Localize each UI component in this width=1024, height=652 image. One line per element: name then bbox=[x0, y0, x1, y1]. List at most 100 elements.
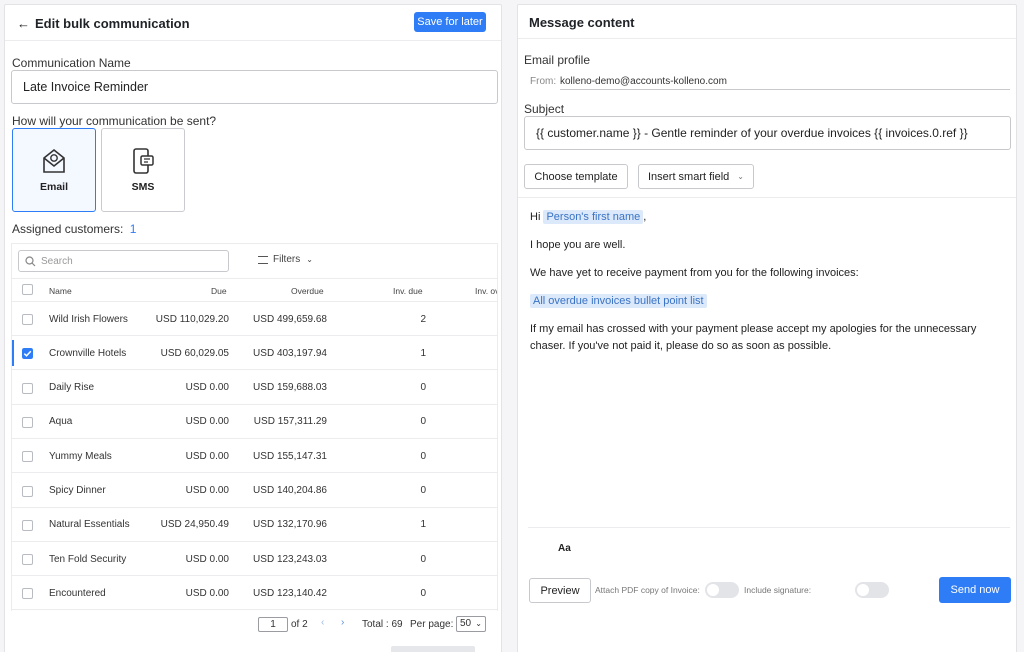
communication-name-label: Communication Name bbox=[12, 56, 131, 70]
customer-name[interactable]: Daily Rise bbox=[49, 371, 159, 405]
subject-input[interactable]: {{ customer.name }} - Gentle reminder of… bbox=[524, 116, 1011, 150]
table-row[interactable]: Natural Essentials USD 24,950.49 USD 132,1… bbox=[12, 508, 497, 542]
communication-name-input[interactable]: Late Invoice Reminder bbox=[11, 70, 498, 104]
col-overdue: Overdue bbox=[291, 286, 324, 296]
col-inv-overdue: Inv. ov bbox=[475, 286, 498, 296]
prev-page-icon[interactable]: ‹ bbox=[321, 617, 324, 628]
invoices-due-count: 0 bbox=[420, 485, 426, 496]
table-row[interactable]: Yummy Meals USD 0.00 USD 155,147.31 0 bbox=[12, 439, 497, 474]
due-amount: USD 0.00 bbox=[185, 416, 229, 428]
first-name-smart-field[interactable]: Person's first name bbox=[543, 210, 644, 224]
next-page-icon[interactable]: › bbox=[341, 617, 344, 628]
assigned-customers-label: Assigned customers: 1 bbox=[12, 222, 136, 236]
invoices-list-smart-field[interactable]: All overdue invoices bullet point list bbox=[530, 294, 707, 308]
row-checkbox[interactable] bbox=[22, 519, 33, 531]
select-all-checkbox[interactable] bbox=[22, 284, 33, 295]
greeting-line: Hi Person's first name, bbox=[530, 209, 1010, 226]
table-row[interactable]: Wild Irish Flowers USD 110,029.20 USD 499,… bbox=[12, 302, 497, 336]
how-sent-label: How will your communication be sent? bbox=[12, 114, 217, 128]
greeting-text: Hi bbox=[530, 211, 541, 223]
row-checkbox-checked[interactable] bbox=[22, 348, 33, 360]
row-checkbox[interactable] bbox=[22, 588, 33, 600]
continue-button[interactable] bbox=[391, 646, 475, 652]
paragraph-3: If my email has crossed with your paymen… bbox=[530, 323, 977, 352]
page-number-input[interactable]: 1 bbox=[258, 617, 288, 632]
overdue-amount: USD 159,688.03 bbox=[253, 382, 327, 394]
per-page-select[interactable]: 50 ⌄ bbox=[456, 616, 486, 632]
send-now-button[interactable]: Send now bbox=[939, 577, 1011, 603]
preview-button[interactable]: Preview bbox=[529, 578, 591, 603]
save-for-later-button[interactable]: Save for later bbox=[414, 12, 486, 32]
filters-button[interactable]: Filters ⌄ bbox=[258, 254, 313, 265]
chevron-down-icon: ⌄ bbox=[737, 172, 744, 181]
due-amount: USD 110,029.20 bbox=[155, 313, 229, 325]
text-format-button[interactable]: Aa bbox=[558, 543, 571, 554]
sms-channel-card[interactable]: SMS bbox=[101, 128, 185, 212]
include-signature-toggle[interactable] bbox=[855, 582, 890, 598]
paragraph-1: I hope you are well. bbox=[530, 239, 626, 251]
table-row[interactable]: Ten Fold Security USD 0.00 USD 123,243.03 0 bbox=[12, 542, 497, 577]
insert-smart-field-button[interactable]: Insert smart field ⌄ bbox=[638, 164, 754, 189]
row-checkbox[interactable] bbox=[22, 382, 33, 394]
paragraph-2: We have yet to receive payment from you … bbox=[530, 267, 859, 279]
customer-name[interactable]: Ten Fold Security bbox=[49, 542, 159, 576]
overdue-amount: USD 132,170.96 bbox=[253, 519, 327, 531]
header-divider bbox=[5, 40, 501, 41]
table-row[interactable]: Spicy Dinner USD 0.00 USD 140,204.86 0 bbox=[12, 474, 497, 508]
due-amount: USD 0.00 bbox=[185, 382, 229, 394]
due-amount: USD 60,029.05 bbox=[160, 347, 229, 359]
invoices-due-count: 0 bbox=[420, 416, 426, 428]
overdue-amount: USD 123,243.03 bbox=[253, 553, 327, 565]
email-profile-label: Email profile bbox=[524, 53, 591, 67]
assigned-label-text: Assigned customers: bbox=[12, 222, 124, 236]
row-checkbox[interactable] bbox=[22, 314, 33, 325]
row-checkbox[interactable] bbox=[22, 416, 33, 428]
message-content-panel: Message content Email profile From: koll… bbox=[517, 4, 1017, 652]
overdue-amount: USD 140,204.86 bbox=[253, 485, 327, 496]
invoices-due-count: 0 bbox=[420, 587, 426, 599]
page-of-label: of 2 bbox=[291, 619, 308, 630]
customer-name[interactable]: Aqua bbox=[49, 405, 159, 439]
row-checkbox[interactable] bbox=[22, 485, 33, 497]
toolbar-divider bbox=[528, 527, 1010, 528]
table-row[interactable]: Encountered USD 0.00 USD 123,140.42 0 bbox=[12, 576, 497, 611]
message-content-title: Message content bbox=[529, 15, 635, 30]
filters-label: Filters bbox=[273, 254, 301, 265]
chevron-down-icon: ⌄ bbox=[475, 619, 482, 628]
email-channel-card[interactable]: Email bbox=[12, 128, 96, 212]
row-checkbox[interactable] bbox=[22, 451, 33, 463]
row-checkbox[interactable] bbox=[22, 554, 33, 566]
table-header: Name Due Overdue Inv. due Inv. ov bbox=[12, 278, 498, 302]
invoices-due-count: 1 bbox=[420, 519, 426, 531]
choose-template-button[interactable]: Choose template bbox=[524, 164, 628, 189]
per-page-label: Per page: bbox=[410, 619, 454, 630]
back-arrow-icon[interactable]: ← bbox=[17, 16, 30, 31]
attach-pdf-toggle[interactable] bbox=[705, 582, 739, 598]
overdue-amount: USD 155,147.31 bbox=[253, 450, 327, 462]
customer-name[interactable]: Crownville Hotels bbox=[49, 336, 159, 370]
customer-name[interactable]: Wild Irish Flowers bbox=[49, 302, 159, 336]
invoices-due-count: 1 bbox=[420, 347, 426, 359]
table-row[interactable]: Aqua USD 0.00 USD 157,311.29 0 bbox=[12, 405, 497, 439]
overdue-amount: USD 157,311.29 bbox=[253, 416, 327, 428]
from-label: From: bbox=[530, 76, 557, 87]
from-email-field[interactable]: kolleno-demo@accounts-kolleno.com bbox=[560, 72, 1010, 90]
col-inv-due: Inv. due bbox=[393, 286, 423, 296]
message-editor[interactable]: Hi Person's first name, I hope you are w… bbox=[530, 209, 1010, 355]
overdue-amount: USD 499,659.68 bbox=[253, 313, 327, 325]
customer-name[interactable]: Encountered bbox=[49, 576, 159, 610]
header-divider bbox=[518, 38, 1016, 39]
table-row[interactable]: Crownville Hotels USD 60,029.05 USD 403,19… bbox=[12, 336, 497, 371]
customer-name[interactable]: Natural Essentials bbox=[49, 508, 159, 542]
customer-name[interactable]: Spicy Dinner bbox=[49, 474, 159, 508]
editor-divider bbox=[518, 197, 1016, 198]
invoices-due-count: 0 bbox=[420, 553, 426, 565]
customers-table: Search Filters ⌄ Name Due Overdue Inv. d… bbox=[11, 243, 498, 611]
edit-bulk-panel: ← Edit bulk communication Save for later… bbox=[4, 4, 502, 652]
due-amount: USD 24,950.49 bbox=[160, 519, 229, 531]
search-input[interactable]: Search bbox=[18, 250, 229, 272]
table-row[interactable]: Daily Rise USD 0.00 USD 159,688.03 0 bbox=[12, 371, 497, 405]
subject-label: Subject bbox=[524, 102, 565, 116]
attach-pdf-label: Attach PDF copy of Invoice: bbox=[595, 585, 700, 595]
customer-name[interactable]: Yummy Meals bbox=[49, 439, 159, 473]
